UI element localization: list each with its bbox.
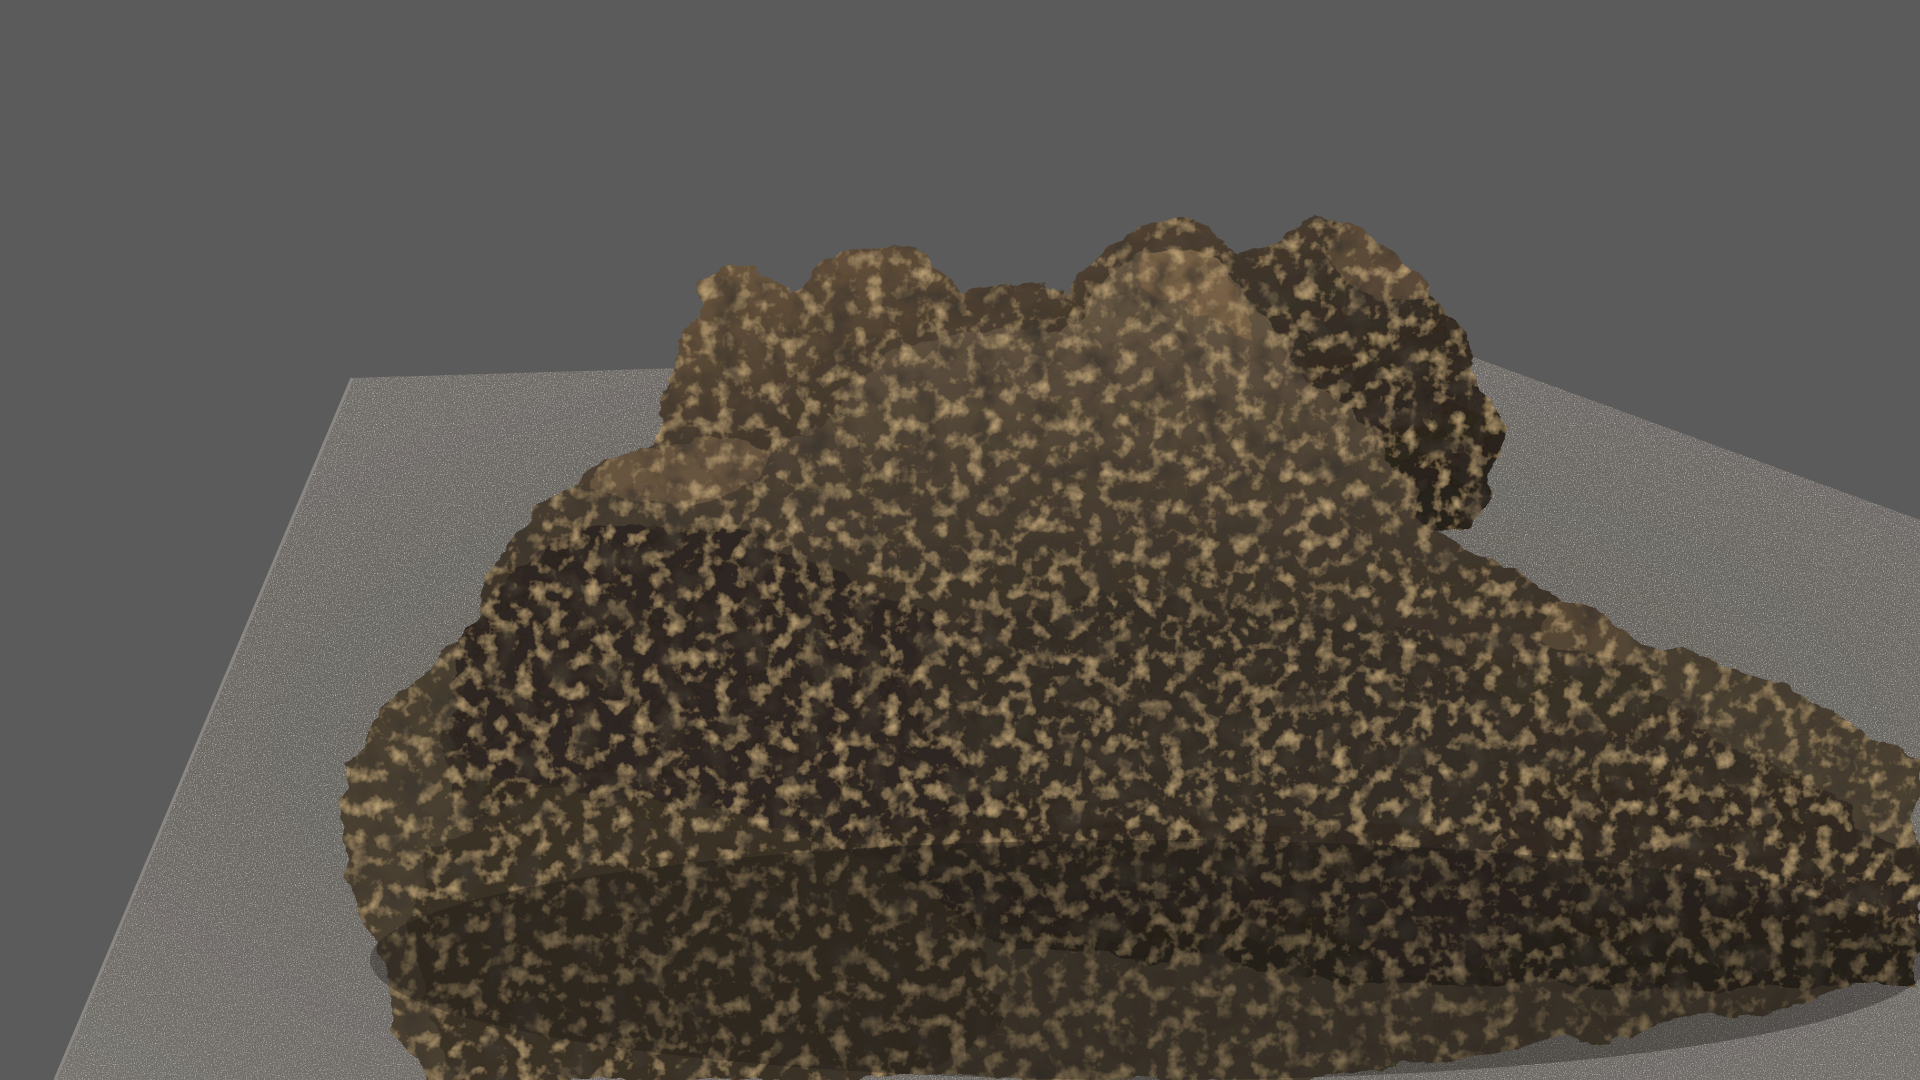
rock-shadow (370, 840, 1920, 1080)
render-scene (0, 0, 1920, 1080)
3d-viewport[interactable] (0, 0, 1920, 1080)
